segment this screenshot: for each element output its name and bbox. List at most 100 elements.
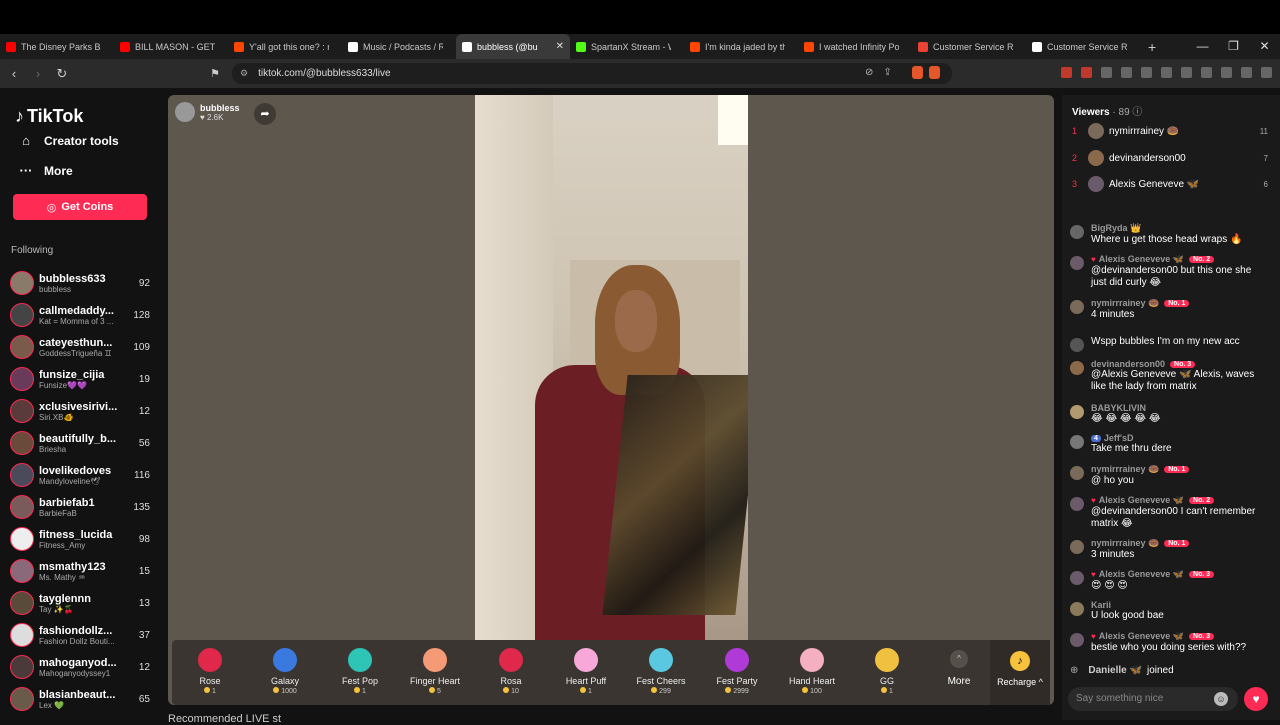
recharge-button[interactable]: ♪ Recharge ^: [990, 640, 1050, 705]
avatar[interactable]: [1070, 633, 1084, 647]
chat-username[interactable]: nymirrrainey 🍩 No. 1: [1091, 538, 1269, 549]
avatar[interactable]: [1070, 435, 1084, 449]
music-icon[interactable]: [1161, 67, 1172, 78]
top-viewer-row[interactable]: 3 Alexis Geneveve 🦋 6: [1072, 174, 1268, 194]
url-field[interactable]: ⚙ tiktok.com/@bubbless633/live: [232, 63, 952, 84]
avatar[interactable]: [10, 687, 34, 711]
chat-username[interactable]: nymirrrainey 🍩 No. 1: [1091, 298, 1269, 309]
following-item[interactable]: mahoganyod... Mahoganyodyssey1 12: [10, 651, 152, 683]
site-info-icon[interactable]: ⚙: [240, 68, 248, 79]
host-avatar[interactable]: [175, 102, 195, 122]
chat-username[interactable]: devinanderson00 No. 3: [1091, 359, 1269, 369]
following-item[interactable]: msmathy123 Ms. Mathy ♒ 15: [10, 555, 152, 587]
avatar[interactable]: [10, 335, 34, 359]
chat-username[interactable]: nymirrrainey 🍩 No. 1: [1091, 464, 1269, 475]
vpn-icon[interactable]: [1241, 67, 1252, 78]
brave-rewards-icon[interactable]: [929, 66, 940, 79]
browser-tab[interactable]: The Disney Parks Back: [0, 34, 114, 59]
chat-username[interactable]: ♥ Alexis Geneveve 🦋 No. 3: [1091, 631, 1269, 642]
reader-icon[interactable]: ⊘: [865, 67, 873, 78]
reload-icon[interactable]: ↻: [52, 66, 72, 82]
avatar[interactable]: [10, 431, 34, 455]
avatar[interactable]: [1088, 176, 1104, 192]
avatar[interactable]: [10, 655, 34, 679]
chat-username[interactable]: ♥ Alexis Geneveve 🦋 No. 2: [1091, 495, 1269, 506]
top-viewer-row[interactable]: 1 nymirrrainey 🍩 11: [1072, 121, 1268, 141]
gift-item[interactable]: Hand Heart 100: [774, 648, 850, 695]
avatar[interactable]: [1070, 361, 1084, 375]
avatar[interactable]: [10, 367, 34, 391]
puzzle-icon[interactable]: [1121, 67, 1132, 78]
browser-tab[interactable]: I watched Infinity Pool: [798, 34, 912, 59]
close-window-icon[interactable]: ✕: [1249, 34, 1280, 59]
following-item[interactable]: tayglennn Tay ✨🍒 13: [10, 587, 152, 619]
following-item[interactable]: cateyesthun... GoddessTrigueña ♊ 109: [10, 331, 152, 363]
browser-tab[interactable]: Y'all got this one? : r/a: [228, 34, 342, 59]
host-info[interactable]: bubbless ♥ 2.6K: [175, 102, 240, 122]
following-item[interactable]: fitness_lucida Fitness_Amy 98: [10, 523, 152, 555]
like-heart-button[interactable]: ♥: [1244, 687, 1268, 711]
share-icon[interactable]: ➦: [254, 103, 276, 125]
restore-icon[interactable]: ❐: [1218, 34, 1249, 59]
following-item[interactable]: lovelikedoves Mandyloveline🕊 116: [10, 459, 152, 491]
top-viewer-row[interactable]: 2 devinanderson00 7: [1072, 148, 1268, 168]
avatar[interactable]: [10, 399, 34, 423]
following-item[interactable]: barbiefab1 BarbieFaB 135: [10, 491, 152, 523]
gift-item[interactable]: Galaxy 1000: [247, 648, 323, 695]
more-link[interactable]: ··· More: [18, 163, 73, 178]
wallet-icon[interactable]: [1201, 67, 1212, 78]
following-item[interactable]: funsize_cijia Funsize💜💜 19: [10, 363, 152, 395]
avatar[interactable]: [1070, 497, 1084, 511]
avatar[interactable]: [1088, 150, 1104, 166]
avatar[interactable]: [10, 495, 34, 519]
extension-icon[interactable]: [1101, 67, 1112, 78]
chat-username[interactable]: ♥ Alexis Geneveve 🦋 No. 3: [1091, 569, 1269, 580]
avatar[interactable]: [1088, 123, 1104, 139]
avatar[interactable]: [10, 303, 34, 327]
tiktok-logo[interactable]: ♪ TikTok: [15, 106, 83, 127]
avatar[interactable]: [10, 527, 34, 551]
gift-item[interactable]: Fest Party 2999: [699, 648, 775, 695]
avatar[interactable]: [10, 591, 34, 615]
avatar[interactable]: [10, 623, 34, 647]
get-coins-button[interactable]: ◎ Get Coins: [13, 194, 147, 220]
viewers-heading[interactable]: Viewers · 89 ⓘ: [1072, 103, 1142, 118]
avatar[interactable]: [10, 463, 34, 487]
browser-tab[interactable]: SpartanX Stream - Wat: [570, 34, 684, 59]
sidebar-icon[interactable]: [1181, 67, 1192, 78]
extension-icon[interactable]: [1141, 67, 1152, 78]
browser-tab[interactable]: BILL MASON - GETTIN: [114, 34, 228, 59]
avatar[interactable]: [1070, 405, 1084, 419]
avatar[interactable]: [1070, 602, 1084, 616]
new-tab-button[interactable]: +: [1148, 39, 1156, 55]
browser-tab[interactable]: Music / Podcasts / Rad: [342, 34, 456, 59]
chat-input[interactable]: Say something nice: [1068, 687, 1238, 711]
chat-username[interactable]: Karii: [1091, 600, 1269, 610]
avatar[interactable]: [1070, 571, 1084, 585]
avatar[interactable]: [1070, 256, 1084, 270]
browser-tab[interactable]: bubbless (@bu ✕: [456, 34, 570, 59]
following-item[interactable]: bubbless633 bubbless 92: [10, 267, 152, 299]
gift-item[interactable]: GG 1: [849, 648, 925, 695]
creator-tools-link[interactable]: ⌂ Creator tools: [18, 133, 119, 148]
following-item[interactable]: fashiondollz... Fashion Dollz Bouti... 37: [10, 619, 152, 651]
avatar[interactable]: [1070, 300, 1084, 314]
minimize-icon[interactable]: —: [1187, 34, 1218, 59]
following-item[interactable]: blasianbeaut... Lex 💚 65: [10, 683, 152, 715]
tab-close-icon[interactable]: ✕: [556, 41, 564, 52]
live-stream-player[interactable]: bubbless ♥ 2.6K ➦: [168, 95, 1054, 705]
gift-item[interactable]: Fest Cheers 299: [623, 648, 699, 695]
avatar[interactable]: [1070, 225, 1084, 239]
bookmark-icon[interactable]: ⚑: [210, 67, 220, 80]
gift-item[interactable]: Fest Pop 1: [322, 648, 398, 695]
browser-tab[interactable]: Customer Service Rep: [1026, 34, 1140, 59]
avatar[interactable]: [1070, 540, 1084, 554]
gift-item[interactable]: Rosa 10: [473, 648, 549, 695]
following-item[interactable]: callmedaddy... Kat = Momma of 3 ... 128: [10, 299, 152, 331]
emoji-icon[interactable]: ☺: [1214, 692, 1228, 706]
live-video[interactable]: [475, 95, 748, 641]
adblock-icon[interactable]: [1081, 67, 1092, 78]
extension-icon[interactable]: [1061, 67, 1072, 78]
forward-icon[interactable]: ›: [28, 66, 48, 81]
chat-username[interactable]: ♥ Alexis Geneveve 🦋 No. 2: [1091, 254, 1269, 265]
